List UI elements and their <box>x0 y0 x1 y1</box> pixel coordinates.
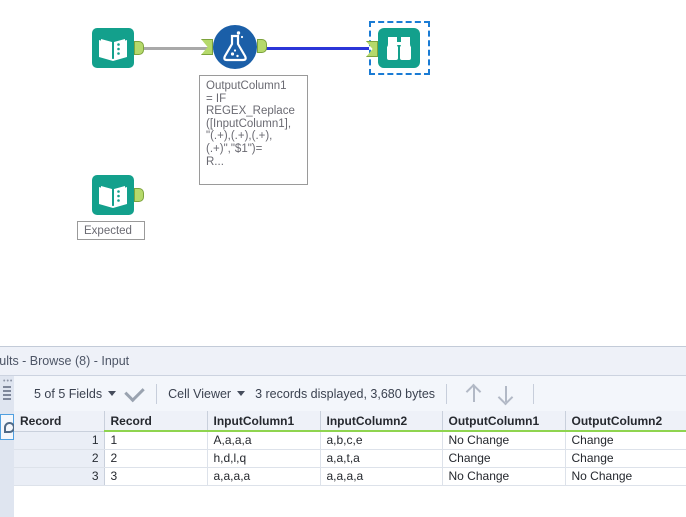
results-title: sults - Browse (8) - Input <box>0 354 130 368</box>
rail-list-icon[interactable] <box>3 386 11 402</box>
cell-inputcolumn1[interactable]: a,a,a,a <box>207 467 321 486</box>
output-anchor[interactable] <box>257 39 267 53</box>
text-input-icon <box>92 28 134 68</box>
results-pane: sults - Browse (8) - Input ••• 5 of 5 Fi… <box>0 346 686 517</box>
output-anchor[interactable] <box>134 41 144 55</box>
formula-flask-glyph <box>223 31 247 62</box>
results-left-rail[interactable]: ••• <box>0 376 15 517</box>
cell-record[interactable]: 1 <box>104 431 208 450</box>
cell-outputcolumn2[interactable]: No Change <box>565 467 686 486</box>
tool-text-input-1[interactable] <box>92 28 144 70</box>
records-status-label: 3 records displayed, 3,680 bytes <box>255 386 436 401</box>
workflow-canvas[interactable]: OutputColumn1 = IF REGEX_Replace ([Input… <box>0 0 686 346</box>
toolbar-divider <box>533 383 535 404</box>
cell-inputcolumn1[interactable]: A,a,a,a <box>207 431 321 450</box>
row-number: 1 <box>14 431 105 450</box>
scroll-down-icon[interactable] <box>498 384 514 404</box>
table-row[interactable]: 3 3 a,a,a,a a,a,a,a No Change No Change <box>14 467 686 486</box>
column-header-1[interactable]: InputColumn1 <box>207 411 321 432</box>
cell-inputcolumn1[interactable]: h,d,l,q <box>207 449 321 468</box>
rail-grip-dots: ••• <box>3 378 14 385</box>
fields-selector[interactable]: 5 of 5 Fields <box>34 387 122 401</box>
cell-outputcolumn2[interactable]: Change <box>565 431 686 450</box>
tool-browse-1[interactable] <box>366 28 420 70</box>
text-input-glyph <box>99 39 127 61</box>
toolbar-divider <box>156 383 158 404</box>
cell-viewer-label: Cell Viewer <box>168 386 232 401</box>
tool-text-input-2[interactable] <box>92 175 144 217</box>
cell-inputcolumn2[interactable]: a,a,a,a <box>320 467 443 486</box>
table-row[interactable]: 1 1 A,a,a,a a,b,c,e No Change Change <box>14 431 686 450</box>
column-header-2[interactable]: InputColumn2 <box>320 411 443 432</box>
cell-viewer-selector[interactable]: Cell Viewer <box>168 387 251 401</box>
chevron-down-icon[interactable] <box>108 391 117 396</box>
scroll-up-icon[interactable] <box>466 384 482 404</box>
row-number: 3 <box>14 467 105 486</box>
chevron-down-icon[interactable] <box>237 391 246 396</box>
row-number: 2 <box>14 449 105 468</box>
checkmark-icon[interactable] <box>124 381 145 402</box>
text-input-icon <box>92 175 134 215</box>
cell-outputcolumn2[interactable]: Change <box>565 449 686 468</box>
table-row[interactable]: 2 2 h,d,l,q a,a,t,a Change Change <box>14 449 686 468</box>
cell-outputcolumn1[interactable]: No Change <box>442 431 566 450</box>
cell-outputcolumn1[interactable]: No Change <box>442 467 566 486</box>
rail-tab-results-icon[interactable] <box>0 414 15 440</box>
text-input-glyph <box>99 186 127 208</box>
alteryx-designer-window: OutputColumn1 = IF REGEX_Replace ([Input… <box>0 0 686 517</box>
output-anchor[interactable] <box>134 188 144 202</box>
toolbar-divider <box>446 383 448 404</box>
column-header-rownum[interactable]: Record <box>14 411 105 432</box>
cell-inputcolumn2[interactable]: a,b,c,e <box>320 431 443 450</box>
browse-binoculars-icon <box>378 28 420 68</box>
formula-flask-icon <box>213 25 257 69</box>
column-header-3[interactable]: OutputColumn1 <box>442 411 566 432</box>
results-toolbar[interactable]: 5 of 5 Fields Cell Viewer 3 records disp… <box>14 376 686 412</box>
cell-outputcolumn1[interactable]: Change <box>442 449 566 468</box>
results-grid-container[interactable]: Record Record InputColumn1 InputColumn2 … <box>14 411 686 517</box>
connection-formula-to-browse[interactable] <box>259 47 369 50</box>
column-header-4[interactable]: OutputColumn2 <box>565 411 686 432</box>
tool-formula-1[interactable] <box>201 25 267 69</box>
fields-label: 5 of 5 Fields <box>34 386 103 401</box>
formula-annotation-box[interactable]: OutputColumn1 = IF REGEX_Replace ([Input… <box>199 75 308 185</box>
cell-inputcolumn2[interactable]: a,a,t,a <box>320 449 443 468</box>
cell-record[interactable]: 2 <box>104 449 208 468</box>
table-header-row: Record Record InputColumn1 InputColumn2 … <box>14 411 686 432</box>
expected-annotation-label[interactable]: Expected <box>77 221 145 240</box>
cell-record[interactable]: 3 <box>104 467 208 486</box>
browse-binoculars-glyph <box>387 37 411 60</box>
column-header-0[interactable]: Record <box>104 411 208 432</box>
results-data-grid[interactable]: Record Record InputColumn1 InputColumn2 … <box>14 411 686 486</box>
results-titlebar[interactable]: sults - Browse (8) - Input <box>0 349 686 376</box>
